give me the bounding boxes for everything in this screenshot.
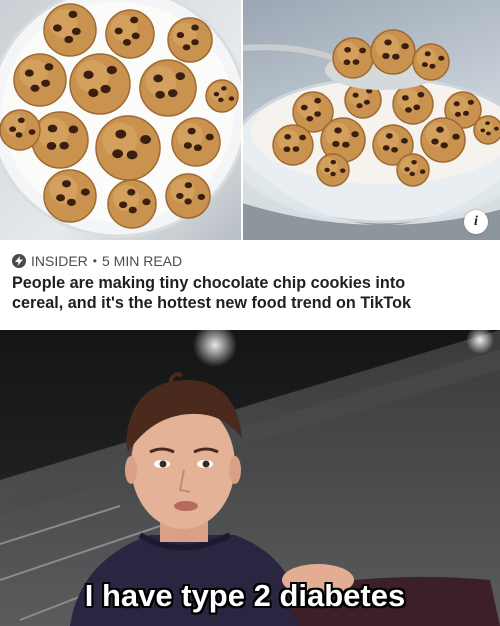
cookie-shape [396, 153, 430, 187]
headline-line-2: cereal, and it's the hottest new food tr… [12, 294, 411, 312]
info-icon[interactable]: i [464, 210, 488, 234]
cookie-shape [0, 109, 41, 151]
cereal-bowl-photo-right: i [243, 0, 500, 240]
cereal-bowl-photo-left [0, 0, 241, 240]
bolt-icon [12, 254, 26, 268]
cookie-shape [171, 117, 221, 167]
cookie-shape [105, 9, 155, 59]
cereal-bowl-top-view-illustration [0, 0, 241, 238]
cookie-shape [205, 79, 239, 113]
cookie-shape [392, 83, 434, 125]
cookie-shape [139, 59, 197, 117]
cookie-shape [13, 53, 67, 107]
cookie-shape [31, 111, 89, 169]
article-headline[interactable]: People are making tiny chocolate chip co… [12, 273, 494, 313]
article-meta: INSIDER • 5 MIN READ [12, 253, 182, 269]
cookie-shape [420, 117, 466, 163]
cookie-shape [473, 115, 500, 145]
cookie-shape [107, 179, 157, 229]
cookie-shape [316, 153, 350, 187]
cookie-shape [69, 53, 131, 115]
article-card[interactable]: INSIDER • 5 MIN READ People are making t… [0, 240, 500, 330]
meme-caption: I have type 2 diabetes [84, 578, 406, 613]
cereal-spoon-illustration [243, 29, 500, 240]
article-read-time: 5 MIN READ [102, 253, 183, 269]
cookie-shape [95, 115, 161, 181]
cookie-shape [43, 3, 97, 57]
cookie-shape [370, 29, 416, 75]
meme-image: i INSIDER • 5 MIN READ People are making… [0, 0, 500, 626]
meta-separator: • [92, 254, 97, 268]
cookie-cereal-photos: i [0, 0, 500, 240]
cookie-shape [332, 37, 374, 79]
cookie-shape [165, 173, 211, 219]
cookie-shape [412, 43, 450, 81]
headline-line-1: People are making tiny chocolate chip co… [12, 274, 406, 292]
cookie-shape [272, 124, 314, 166]
article-source: INSIDER [31, 253, 88, 269]
cookie-shape [167, 17, 213, 63]
cookie-shape [43, 169, 97, 223]
reaction-photo: I have type 2 diabetes [0, 330, 500, 626]
